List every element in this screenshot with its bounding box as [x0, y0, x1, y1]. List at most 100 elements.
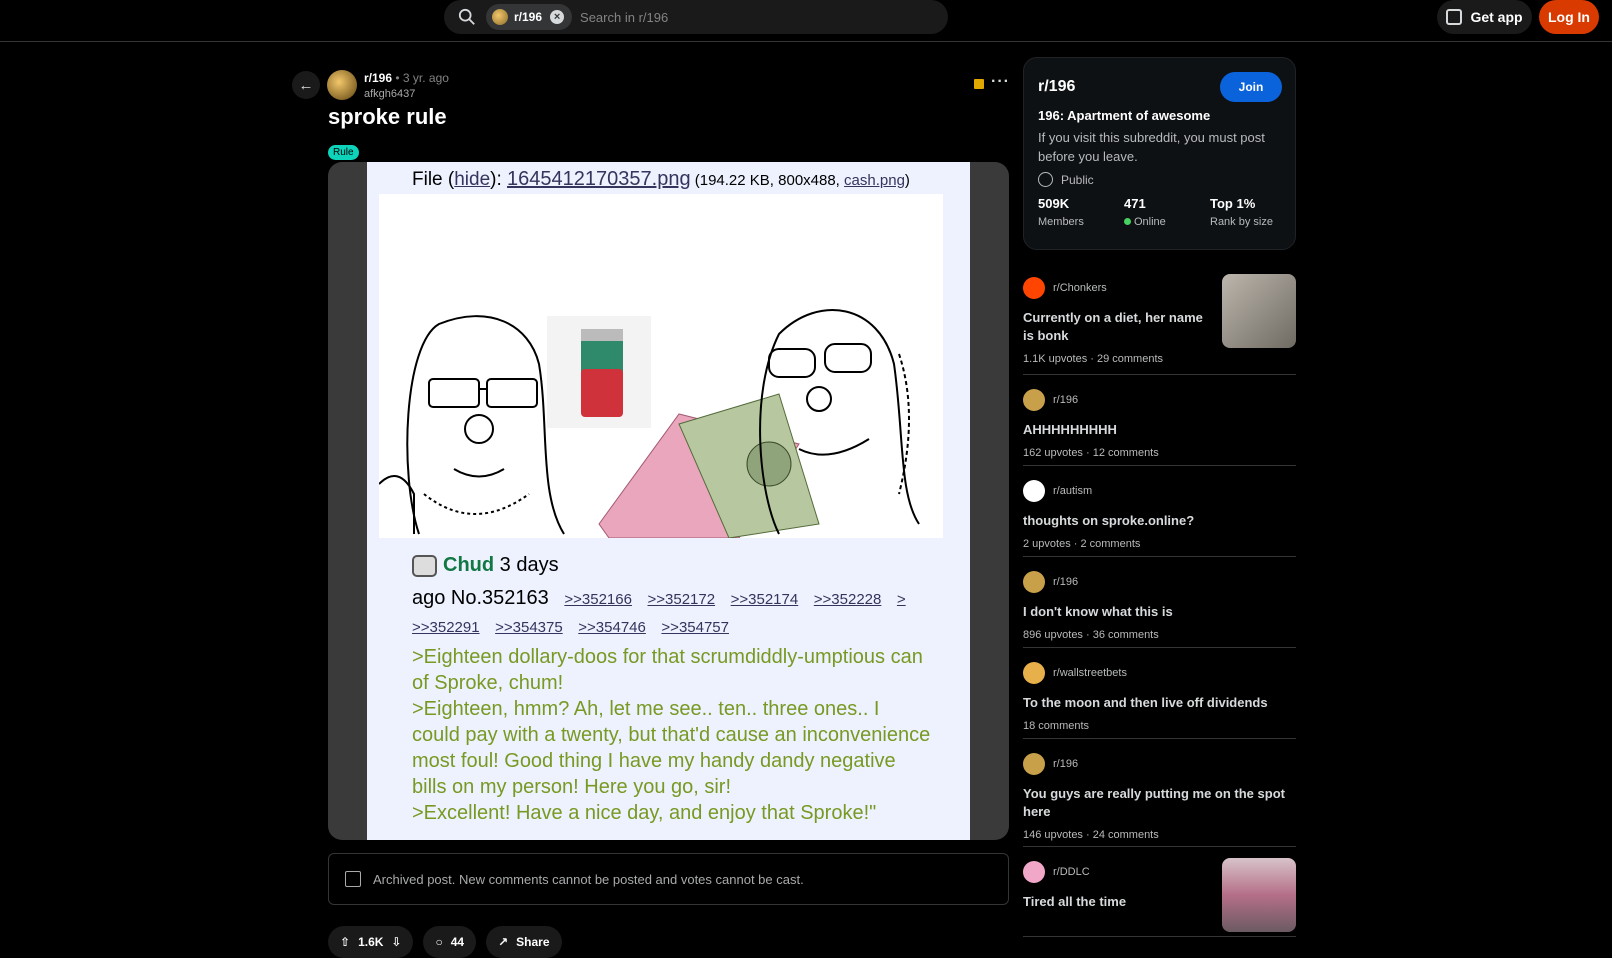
archive-box-icon	[345, 871, 361, 887]
subreddit-icon	[1023, 277, 1045, 299]
feed-item-title[interactable]: thoughts on sproke.online?	[1023, 512, 1296, 530]
online-value: 471	[1124, 196, 1146, 211]
checkbox-icon	[412, 554, 437, 577]
feed-item-header: r/Chonkers	[1023, 277, 1212, 299]
rank-stat: Top 1% Rank by size	[1210, 196, 1273, 228]
subreddit-link[interactable]: r/196	[364, 71, 392, 85]
online-dot-icon	[1124, 218, 1131, 225]
feed-item-stats: 18 comments	[1023, 720, 1090, 732]
post-time: 3 days	[494, 554, 559, 576]
search-icon	[458, 8, 475, 25]
feed-item[interactable]: r/autism thoughts on sproke.online? 2 upvo…	[1023, 466, 1296, 557]
sidebar-description-title: 196: Apartment of awesome	[1038, 108, 1211, 123]
feed-item-title[interactable]: AHHHHHHHHH	[1023, 421, 1296, 439]
qr-code-icon	[1446, 9, 1463, 25]
file-info: (194.22 KB, 800x488,	[690, 172, 845, 189]
members-stat: 509K Members	[1038, 196, 1084, 228]
feed-item-thumbnail[interactable]	[1222, 858, 1296, 932]
online-label-row: Online	[1124, 216, 1166, 228]
online-label: Online	[1134, 216, 1166, 228]
feed-item-title[interactable]: To the moon and then live off dividends	[1023, 694, 1296, 712]
close-icon[interactable]: ×	[550, 10, 565, 24]
feed-item-subreddit[interactable]: r/DDLC	[1053, 866, 1090, 878]
feed-item-title[interactable]: Currently on a diet, her name is bonk	[1023, 309, 1212, 345]
feed-item[interactable]: r/wallstreetbets To the moon and then liv…	[1023, 648, 1296, 739]
feed-item-subreddit[interactable]: r/wallstreetbets	[1053, 667, 1127, 679]
feed-item-subreddit[interactable]: r/autism	[1053, 485, 1092, 497]
top-bar: r/196 × Search in r/196 Get app Log In	[0, 0, 1612, 42]
feed-item[interactable]: r/196 AHHHHHHHHH 162 upvotes · 12 comments	[1023, 375, 1296, 466]
reply-link: >>352172	[647, 591, 716, 608]
search-input[interactable]: Search in r/196	[580, 10, 668, 25]
reply-link: >>352228	[813, 591, 882, 608]
back-button[interactable]: ←	[292, 71, 320, 99]
subreddit-icon	[1023, 861, 1045, 883]
related-posts-feed: r/Chonkers Currently on a diet, her name …	[1023, 274, 1296, 937]
reply-link: >	[896, 591, 906, 608]
comments-button[interactable]: ○ 44	[423, 926, 477, 958]
file-label: File (	[412, 169, 455, 190]
feed-item[interactable]: r/Chonkers Currently on a diet, her name …	[1023, 274, 1296, 375]
feed-item-title[interactable]: I don't know what this is	[1023, 603, 1296, 621]
reply-link: >>354757	[661, 619, 729, 636]
get-app-button[interactable]: Get app	[1437, 0, 1532, 34]
meme-drawing	[379, 194, 943, 538]
feed-item-subreddit[interactable]: r/196	[1053, 758, 1078, 770]
feed-item[interactable]: r/196 You guys are really putting me on t…	[1023, 739, 1296, 847]
feed-item-title[interactable]: Tired all the time	[1023, 893, 1212, 911]
subreddit-icon	[1023, 753, 1045, 775]
reply-link: >>352291	[412, 619, 480, 636]
feed-item-header: r/196	[1023, 571, 1296, 593]
search-bar[interactable]: r/196 × Search in r/196	[444, 0, 948, 34]
arrow-left-icon: ←	[298, 76, 314, 94]
subreddit-avatar[interactable]	[327, 70, 357, 100]
feed-item-stats: 896 upvotes · 36 comments	[1023, 629, 1159, 641]
archive-icon	[974, 79, 984, 89]
original-file-name: cash.png	[844, 172, 905, 189]
subreddit-icon	[1023, 480, 1045, 502]
post-actions: ⇧ 1.6K ⇩ ○ 44 ↗ Share	[328, 926, 562, 958]
get-app-label: Get app	[1470, 9, 1523, 25]
file-name: 1645412170357.png	[507, 168, 691, 190]
hide-link: hide	[454, 169, 491, 190]
reply-link: >>352174	[730, 591, 799, 608]
author-link[interactable]: afkgh6437	[364, 88, 449, 100]
reply-links: ago No.352163 >>352166 >>352172 >>352174…	[412, 585, 942, 641]
members-label: Members	[1038, 216, 1084, 228]
globe-icon	[1038, 172, 1053, 187]
feed-item-stats: 2 upvotes · 2 comments	[1023, 538, 1141, 550]
feed-item-stats: 162 upvotes · 12 comments	[1023, 447, 1159, 459]
post-flair: Rule	[328, 145, 359, 160]
poster-name: Chud	[443, 554, 495, 576]
share-button[interactable]: ↗ Share	[486, 926, 562, 958]
post-number: ago No.352163	[412, 587, 549, 609]
feed-item-subreddit[interactable]: r/196	[1053, 576, 1078, 588]
file-sep: ):	[490, 169, 508, 190]
feed-item-title[interactable]: You guys are really putting me on the sp…	[1023, 785, 1296, 821]
feed-item-header: r/196	[1023, 389, 1296, 411]
feed-item-stats: 146 upvotes · 24 comments	[1023, 829, 1159, 841]
sproke-can	[547, 316, 651, 428]
vote-button[interactable]: ⇧ 1.6K ⇩	[328, 926, 414, 958]
post-image[interactable]: File (hide): 1645412170357.png (194.22 K…	[328, 162, 1009, 840]
reply-link: >>352166	[564, 591, 632, 608]
feed-item[interactable]: r/DDLC Tired all the time	[1023, 847, 1296, 937]
feed-item-header: r/DDLC	[1023, 861, 1212, 883]
visibility-label: Public	[1061, 172, 1094, 187]
greentext: >Eighteen dollary-doos for that scrumdid…	[412, 646, 931, 824]
rank-label[interactable]: Rank by size	[1210, 216, 1273, 228]
online-stat: 471 Online	[1124, 196, 1166, 228]
join-button[interactable]: Join	[1220, 72, 1282, 102]
feed-item-thumbnail[interactable]	[1222, 274, 1296, 348]
feed-item-header: r/autism	[1023, 480, 1296, 502]
post-meta: r/196 • 3 yr. ago afkgh6437	[364, 71, 449, 100]
feed-item-subreddit[interactable]: r/196	[1053, 394, 1078, 406]
search-scope-chip[interactable]: r/196 ×	[486, 4, 573, 30]
file-info-end: )	[904, 172, 910, 189]
feed-item-header: r/196	[1023, 753, 1296, 775]
rank-value: Top 1%	[1210, 196, 1256, 211]
feed-item[interactable]: r/196 I don't know what this is 896 upvote…	[1023, 557, 1296, 648]
login-button[interactable]: Log In	[1539, 0, 1599, 34]
more-options-icon[interactable]: ···	[991, 73, 1010, 91]
feed-item-subreddit[interactable]: r/Chonkers	[1053, 282, 1107, 294]
